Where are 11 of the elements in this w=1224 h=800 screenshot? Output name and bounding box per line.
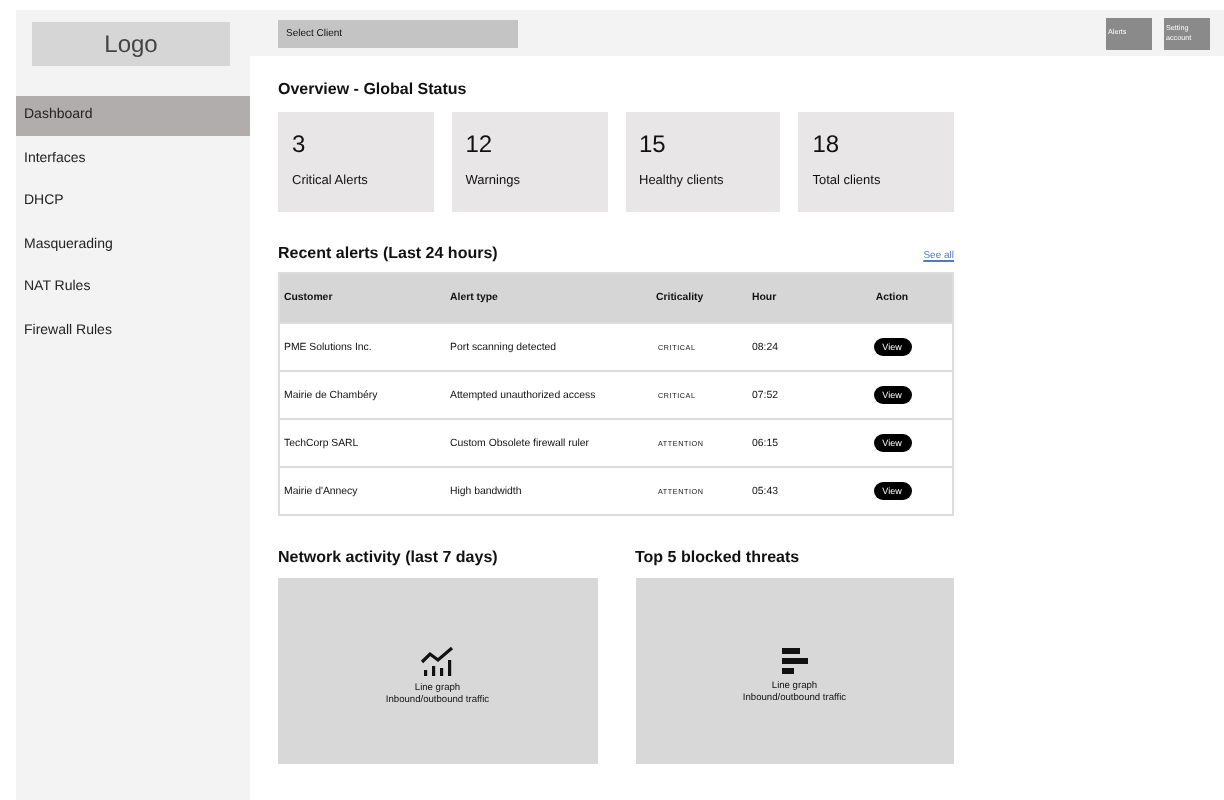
bar-chart-icon — [781, 647, 808, 674]
stat-value: 18 — [812, 130, 842, 158]
section-title: Recent alerts (Last 24 hours) — [278, 244, 498, 262]
section-title: Top 5 blocked threats — [635, 548, 802, 566]
section-title: Overview - Global Status — [278, 80, 469, 98]
line-chart-icon — [420, 645, 455, 676]
stat-value: 15 — [639, 130, 668, 158]
section-title: Network activity (last 7 days) — [278, 548, 500, 566]
logo: Logo — [32, 22, 230, 66]
stat-value: 12 — [465, 130, 495, 158]
stat-value: 3 — [292, 130, 308, 158]
